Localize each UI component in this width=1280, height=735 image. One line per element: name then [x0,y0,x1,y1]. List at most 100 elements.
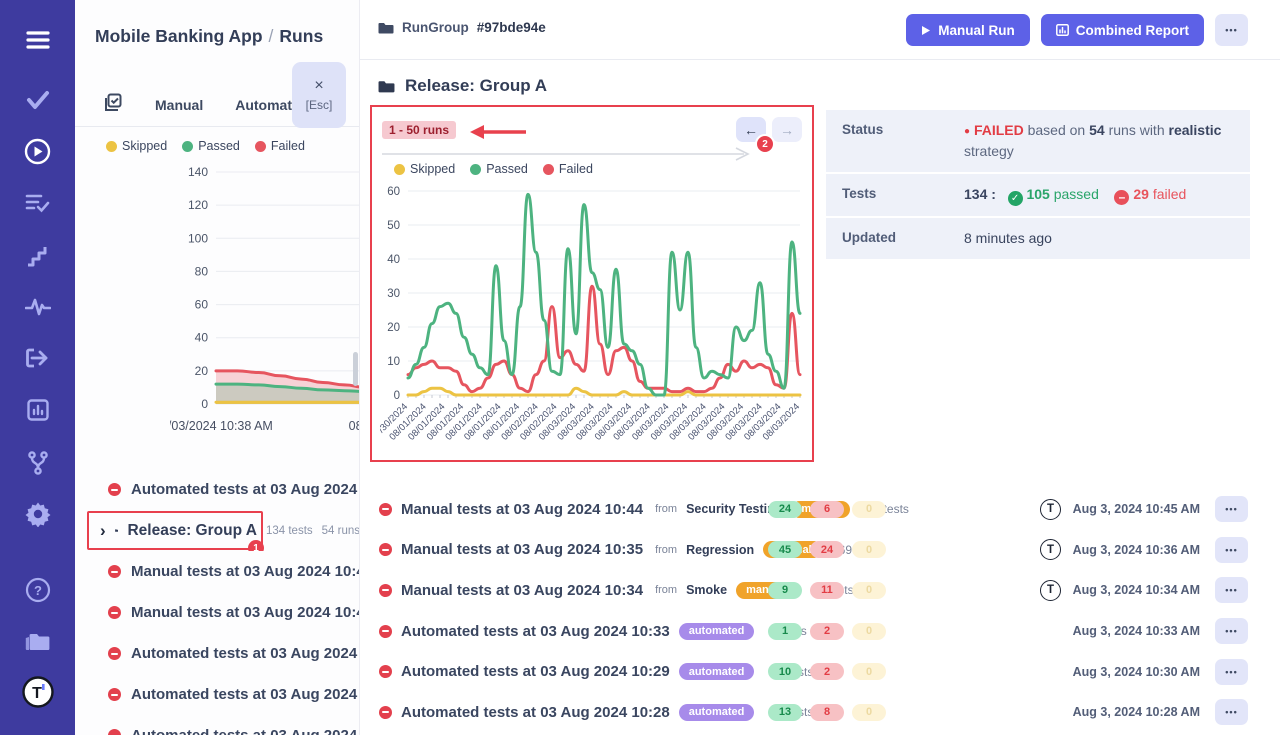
from-label: from [655,584,677,596]
left-group-row[interactable]: ›Release: Group A134 tests54 runs1 [75,510,360,551]
status-panel: Status ● FAILED based on 54 runs with re… [826,110,1250,261]
panel-scrollbar[interactable] [353,352,358,386]
legend-item[interactable]: Passed [470,162,528,176]
annotation-badge-2: 2 [755,134,775,154]
passed-check-icon: ✓ [1008,191,1023,206]
run-timestamp: Aug 3, 2024 10:33 AM [1040,624,1200,638]
left-run-row[interactable]: Automated tests at 03 Aug 2024 10 [75,469,360,510]
runs-pager: ← → 2 [736,117,802,142]
row-more-button[interactable]: ••• [1215,496,1248,522]
run-title: Automated tests at 03 Aug 2024 10 [131,481,360,498]
legend-label: Passed [486,162,528,176]
select-runs-icon[interactable] [102,92,123,118]
failed-pill: 8 [810,704,844,721]
branch-icon[interactable] [0,450,75,476]
run-title: Manual tests at 03 Aug 2024 10:44 [401,501,643,518]
passed-pill: 13 [768,704,802,721]
left-run-row[interactable]: Manual tests at 03 Aug 2024 10:42 [75,592,360,633]
projects-folder-icon[interactable] [0,630,75,654]
failed-count: 29 [1133,186,1149,202]
legend-label: Failed [559,162,593,176]
svg-text:08/03/2024 10:38 AM: 08/03/2024 10:38 AM [170,419,273,433]
combined-report-button[interactable]: Combined Report [1041,14,1204,46]
mini-trend-chart: 02040608010012014008/03/2024 10:38 AM08/… [170,158,360,448]
chevron-right-icon[interactable]: › [100,522,106,539]
next-runs-button[interactable]: → [772,117,802,142]
menu-icon[interactable] [0,28,75,52]
result-list-icon[interactable] [0,192,75,214]
left-run-row[interactable]: Manual tests at 03 Aug 2024 10:43 [75,551,360,592]
failed-pill: 6 [810,501,844,518]
pulse-icon[interactable] [0,296,75,318]
legend-item[interactable]: Passed [182,139,240,153]
import-icon[interactable] [0,346,75,370]
failed-dot-icon: ● [964,126,970,137]
group-title[interactable]: Release: Group A [127,522,257,540]
settings-gear-icon[interactable] [0,501,75,527]
legend-dot [543,164,554,175]
result-pills: 120 [768,623,886,640]
app-sidebar: ? T [0,0,75,735]
breadcrumb-current: Runs [279,26,323,46]
legend-item[interactable]: Skipped [106,139,167,153]
timeline-arrow [382,147,752,161]
close-icon[interactable]: × [314,78,323,94]
passed-pill: 45 [768,541,802,558]
row-more-button[interactable]: ••• [1215,618,1248,644]
from-label: from [655,503,677,515]
steps-icon[interactable] [0,245,75,267]
tests-check-icon[interactable] [0,89,75,111]
row-more-button[interactable]: ••• [1215,577,1248,603]
app-logo[interactable]: T [0,676,75,708]
failed-pill: 2 [810,623,844,640]
svg-text:80: 80 [195,264,209,278]
run-row[interactable]: Automated tests at 03 Aug 2024 10:33auto… [370,611,1248,652]
esc-dismiss-card[interactable]: × [Esc] [292,62,346,128]
skipped-pill: 0 [852,541,886,558]
failed-icon [108,688,121,701]
row-more-button[interactable]: ••• [1215,537,1248,563]
failed-pill: 2 [810,663,844,680]
run-title: Manual tests at 03 Aug 2024 10:42 [131,604,360,621]
left-run-list: Automated tests at 03 Aug 2024 10 › Releas… [75,469,360,735]
breadcrumb-project[interactable]: Mobile Banking App [95,26,263,46]
run-timestamp: Aug 3, 2024 10:45 AM [1040,502,1200,516]
failed-icon [108,647,121,660]
left-run-row[interactable]: Automated tests at 03 Aug 2024 10 [75,674,360,715]
svg-text:40: 40 [387,254,400,266]
run-row[interactable]: Manual tests at 03 Aug 2024 10:44fromSec… [370,489,1248,530]
run-row[interactable]: Manual tests at 03 Aug 2024 10:34fromSmo… [370,570,1248,611]
run-row[interactable]: Manual tests at 03 Aug 2024 10:35fromReg… [370,530,1248,571]
failed-icon [108,565,121,578]
failed-minus-icon: – [1114,190,1129,205]
run-title: Manual tests at 03 Aug 2024 10:35 [401,541,643,558]
run-title: Automated tests at 03 Aug 2024 10:33 [401,623,670,640]
legend-label: Skipped [410,162,455,176]
manual-run-button[interactable]: Manual Run [906,14,1030,46]
legend-item[interactable]: Failed [255,139,305,153]
main-trend-chart: 010203040506007/30/202408/01/202408/01/2… [380,183,812,459]
tab-manual[interactable]: Manual [155,97,203,113]
run-timestamp: Aug 3, 2024 10:36 AM [1040,543,1200,557]
folder-icon [378,21,394,35]
row-more-button[interactable]: ••• [1215,699,1248,725]
analytics-icon[interactable] [0,398,75,422]
row-more-button[interactable]: ••• [1215,659,1248,685]
left-run-row[interactable]: Automated tests at 03 Aug 2024 10 [75,715,360,735]
legend-item[interactable]: Failed [543,162,593,176]
runs-play-icon[interactable] [0,138,75,165]
passed-pill: 24 [768,501,802,518]
result-pills: 9110 [768,582,886,599]
left-run-row[interactable]: Automated tests at 03 Aug 2024 10 [75,633,360,674]
run-row[interactable]: Automated tests at 03 Aug 2024 10:28auto… [370,692,1248,733]
run-row[interactable]: Automated tests at 03 Aug 2024 10:29auto… [370,651,1248,692]
main-area: RunGroup #97bde94e Manual Run Combined R… [360,0,1280,735]
svg-text:10: 10 [387,356,400,368]
legend-item[interactable]: Skipped [394,162,455,176]
run-title: Automated tests at 03 Aug 2024 10 [131,727,360,735]
help-icon[interactable]: ? [0,577,75,603]
runs-range-label: 1 - 50 runs [382,121,456,139]
svg-text:50: 50 [387,220,400,232]
status-value: FAILED [974,122,1024,138]
more-actions-button[interactable]: ••• [1215,14,1248,46]
